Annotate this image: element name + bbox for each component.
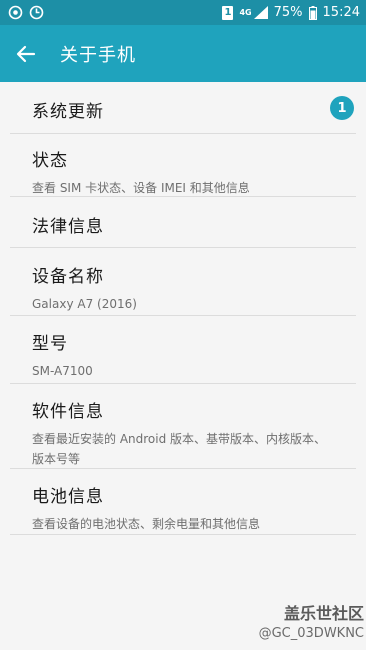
item-title: 型号 [32, 334, 68, 354]
item-title: 设备名称 [32, 267, 104, 287]
signal-icon [253, 6, 268, 19]
status-bar: 1 4G 75% 15:24 [0, 0, 366, 25]
network-type: 4G [239, 8, 251, 17]
item-title: 系统更新 [32, 102, 104, 122]
watermark: 盖乐世社区 @GC_03DWKNC [259, 604, 364, 644]
page-title: 关于手机 [60, 44, 136, 66]
item-subtitle: SM-A7100 [32, 364, 93, 378]
item-subtitle: Galaxy A7 (2016) [32, 297, 137, 311]
back-button[interactable] [14, 42, 38, 66]
item-subtitle: 查看 SIM 卡状态、设备 IMEI 和其他信息 [32, 181, 250, 195]
watermark-brand: 盖乐世社区 [283, 604, 364, 623]
item-title: 电池信息 [32, 487, 104, 507]
watermark-user: @GC_03DWKNC [258, 626, 364, 641]
list-item-device-name[interactable]: 设备名称 Galaxy A7 (2016) [10, 248, 356, 316]
list-item-model[interactable]: 型号 SM-A7100 [10, 316, 356, 384]
list-item-legal[interactable]: 法律信息 [10, 197, 356, 248]
battery-icon [308, 5, 317, 20]
arrow-left-icon [16, 45, 36, 62]
list-item-battery-info[interactable]: 电池信息 查看设备的电池状态、剩余电量和其他信息 [10, 469, 356, 535]
item-title: 状态 [32, 151, 68, 171]
status-left [8, 5, 44, 20]
list-item-status[interactable]: 状态 查看 SIM 卡状态、设备 IMEI 和其他信息 [10, 134, 356, 197]
list-item-software-info[interactable]: 软件信息 查看最近安装的 Android 版本、基带版本、内核版本、版本号等 [10, 384, 356, 469]
battery-percent: 75% [273, 5, 303, 20]
sim-slot-icon: 1 [222, 5, 234, 20]
update-badge: 1 [330, 96, 354, 120]
circle-b-icon [8, 5, 23, 20]
circle-d-icon [29, 5, 44, 20]
item-title: 法律信息 [32, 217, 104, 237]
status-right: 1 4G 75% 15:24 [222, 5, 360, 20]
app-bar: 关于手机 [0, 25, 366, 82]
item-title: 软件信息 [32, 402, 104, 422]
clock: 15:24 [322, 5, 360, 20]
network-label: 4G [239, 7, 252, 17]
list-item-system-update[interactable]: 系统更新 1 [10, 82, 356, 134]
settings-list: 系统更新 1 状态 查看 SIM 卡状态、设备 IMEI 和其他信息 法律信息 … [0, 82, 366, 535]
item-subtitle: 查看设备的电池状态、剩余电量和其他信息 [32, 517, 261, 531]
item-subtitle: 查看最近安装的 Android 版本、基带版本、内核版本、版本号等 [32, 432, 327, 466]
